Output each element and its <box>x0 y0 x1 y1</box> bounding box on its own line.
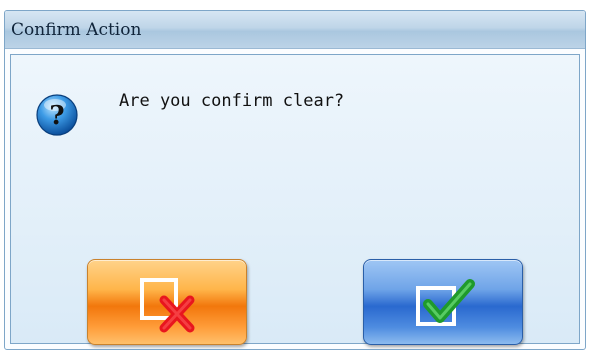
dialog-content: ? Are you confirm clear? <box>10 54 580 345</box>
dialog-titlebar[interactable]: Confirm Action <box>5 11 585 49</box>
confirm-button[interactable] <box>363 259 523 345</box>
cancel-button[interactable] <box>87 259 247 345</box>
box-check-icon <box>416 279 475 326</box>
box-cross-icon <box>140 278 195 333</box>
svg-text:?: ? <box>49 101 64 131</box>
question-icon: ? <box>35 93 79 137</box>
confirm-dialog: Confirm Action ? Are you confirm clear? <box>4 10 586 350</box>
dialog-message: Are you confirm clear? <box>119 91 345 111</box>
dialog-title: Confirm Action <box>11 19 142 40</box>
